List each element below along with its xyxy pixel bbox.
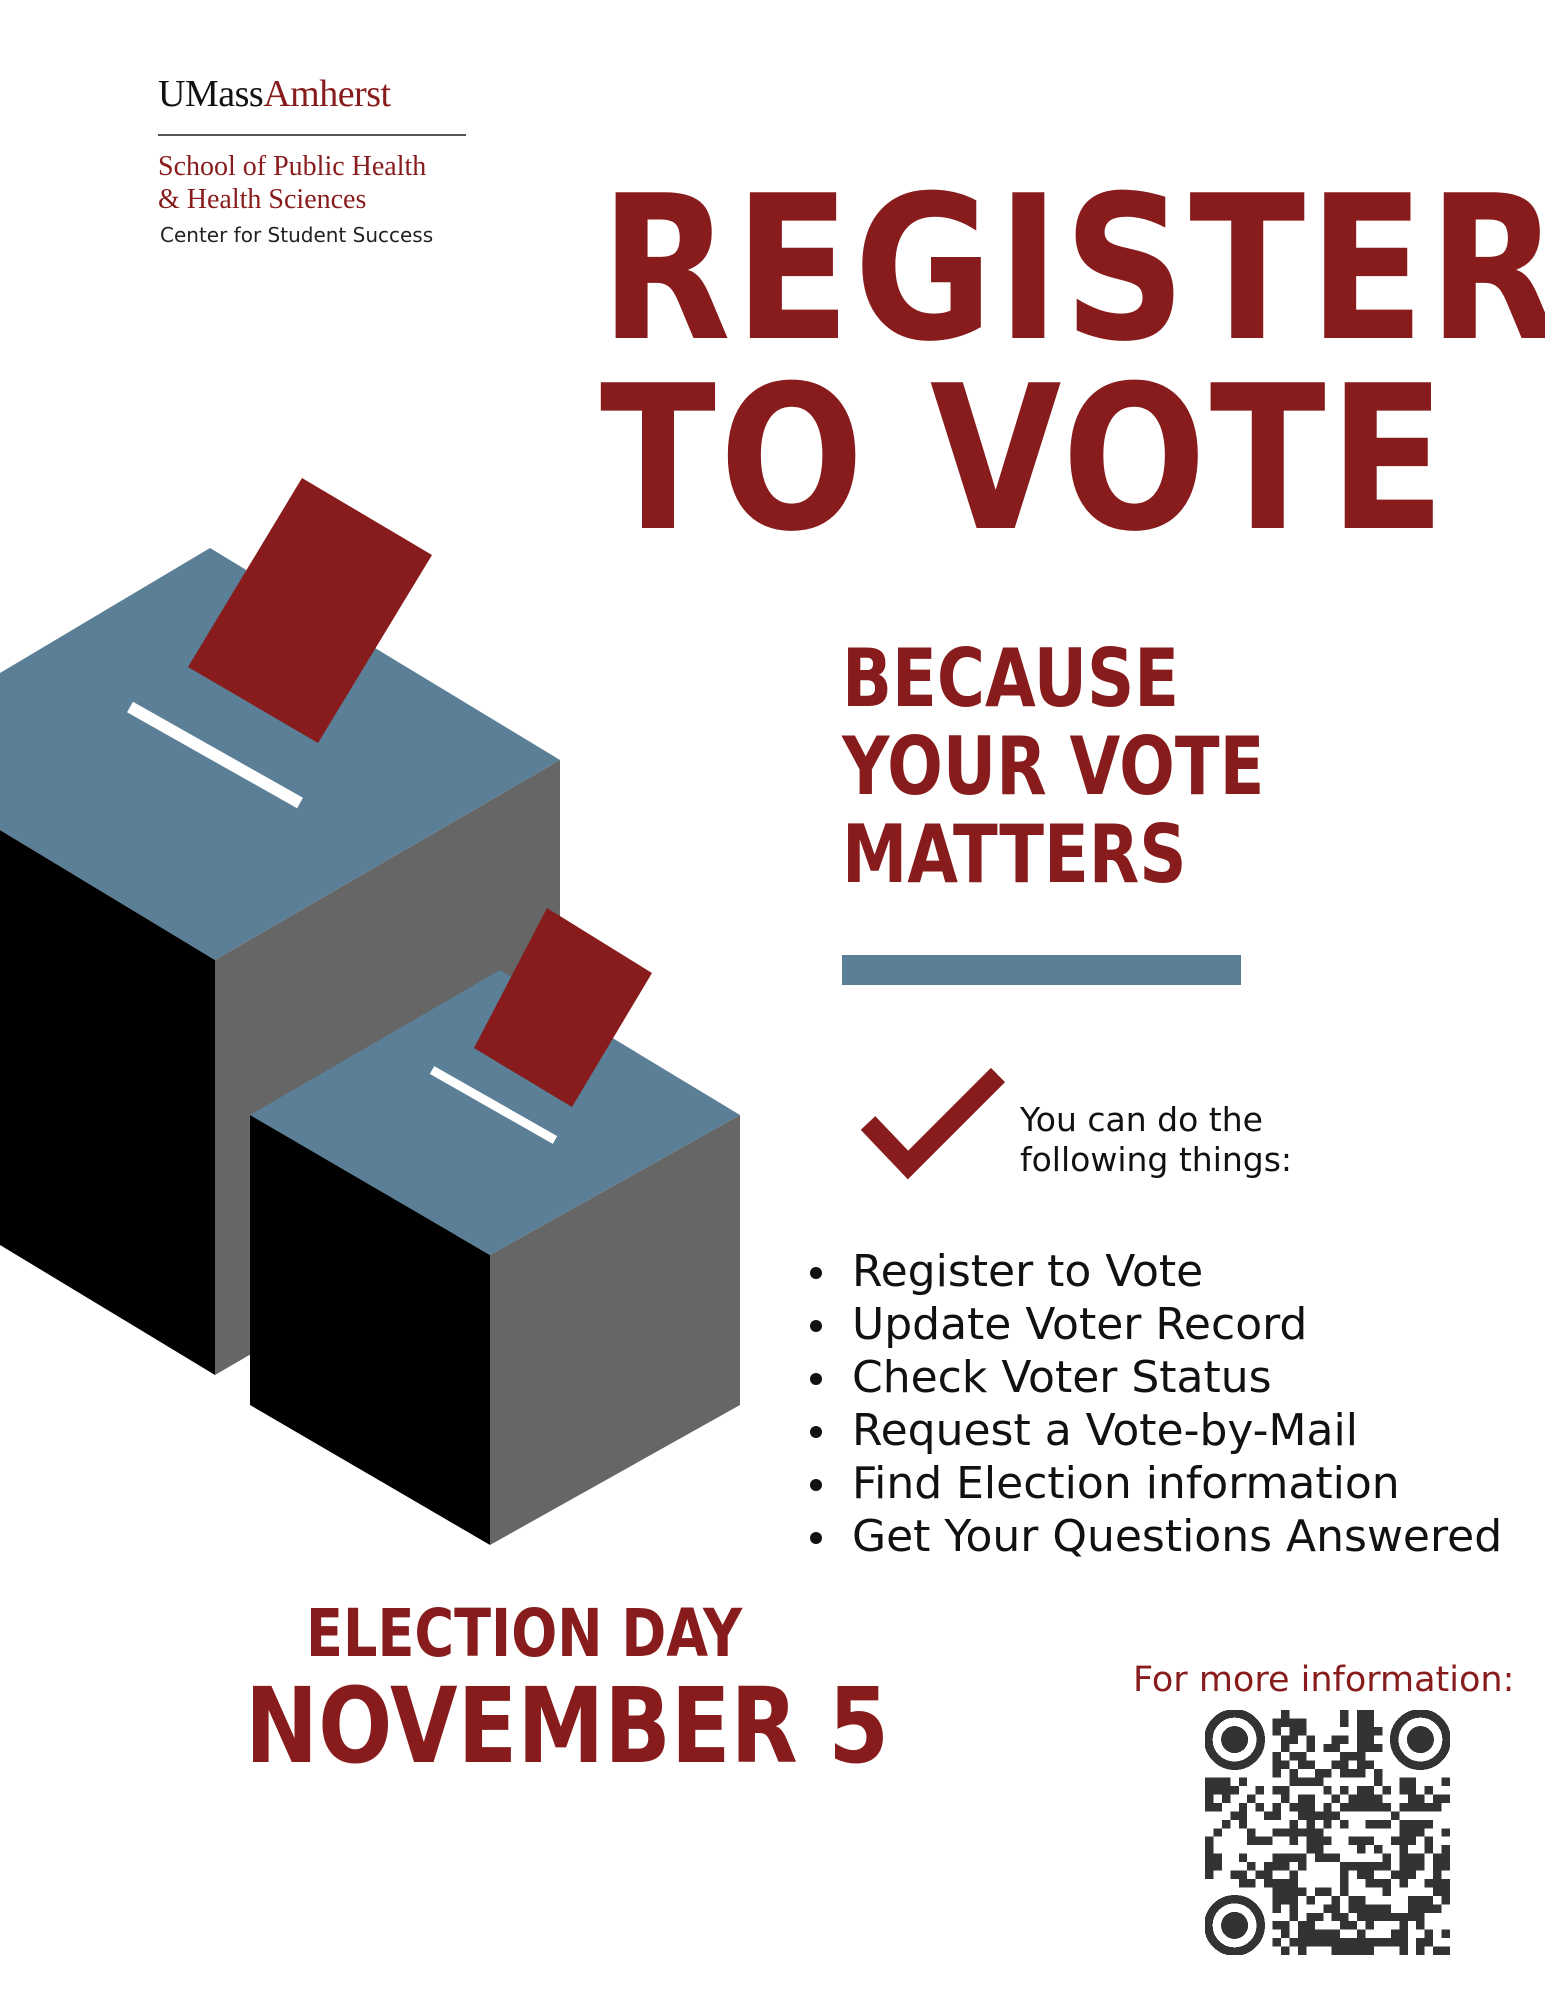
school-name-line1: School of Public Health <box>158 151 427 182</box>
list-item: Register to Vote <box>800 1245 1502 1298</box>
intro-line1: You can do the <box>1020 1100 1263 1139</box>
qr-finder-1 <box>1390 1710 1450 1770</box>
election-day-label: ELECTION DAY <box>306 1595 743 1672</box>
election-date: NOVEMBER 5 <box>245 1665 889 1787</box>
qr-code[interactable] <box>1205 1710 1450 1955</box>
ballot-boxes-illustration <box>0 478 740 1545</box>
logo-amherst: Amherst <box>263 73 391 115</box>
list-item: Update Voter Record <box>800 1298 1502 1351</box>
more-info-label: For more information: <box>1133 1660 1515 1700</box>
actions-list: Register to Vote Update Voter Record Che… <box>800 1245 1502 1563</box>
qr-finder-2 <box>1205 1895 1265 1955</box>
umass-amherst-logo: UMassAmherst <box>158 72 391 116</box>
school-name: School of Public Health & Health Science… <box>158 150 426 216</box>
headline-line1: REGISTER <box>600 153 1545 386</box>
tagline-line3: MATTERS <box>842 808 1187 901</box>
divider-bar <box>842 955 1241 985</box>
tagline-line2: YOUR VOTE <box>842 720 1265 813</box>
center-name: Center for Student Success <box>160 223 434 247</box>
list-item: Get Your Questions Answered <box>800 1510 1502 1563</box>
tagline: BECAUSE YOUR VOTE MATTERS <box>842 635 1357 899</box>
qr-finder-0 <box>1205 1710 1265 1770</box>
logo-umass: UMass <box>158 73 264 115</box>
school-name-line2: & Health Sciences <box>158 184 367 215</box>
logo-divider <box>158 134 466 136</box>
check-icon <box>860 1067 1006 1180</box>
intro-line2: following things: <box>1020 1140 1293 1179</box>
list-item: Request a Vote-by-Mail <box>800 1404 1502 1457</box>
tagline-line1: BECAUSE <box>842 632 1180 725</box>
intro-text: You can do the following things: <box>1020 1100 1292 1180</box>
list-item: Find Election information <box>800 1457 1502 1510</box>
list-item: Check Voter Status <box>800 1351 1502 1404</box>
